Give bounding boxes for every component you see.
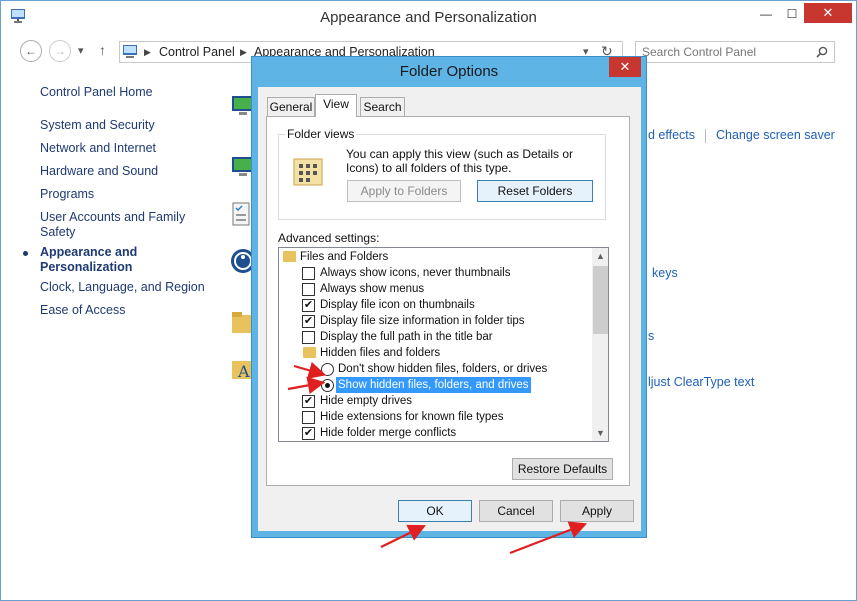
svg-text:A: A	[237, 362, 250, 381]
radio-dont-show-hidden[interactable]	[321, 363, 334, 376]
list-item-always-show-menus[interactable]: Always show menus	[279, 281, 591, 297]
list-scrollbar[interactable]: ▲ ▼	[592, 248, 608, 441]
sidebar-item-network-internet[interactable]: Network and Internet	[40, 141, 156, 156]
sidebar-item-control-panel-home[interactable]: Control Panel Home	[40, 85, 153, 100]
list-item-hidden-files-folders: Hidden files and folders	[279, 345, 591, 361]
folder-icon	[303, 347, 316, 358]
link-separator	[705, 129, 706, 143]
dialog-title: Folder Options	[399, 63, 499, 80]
checkbox-always-show-menus[interactable]	[302, 283, 315, 296]
minimize-button[interactable]: —	[753, 5, 779, 23]
list-item-label: Files and Folders	[300, 251, 389, 263]
list-item-label: Display file icon on thumbnails	[320, 299, 475, 311]
list-item-label: Hide extensions for known file types	[320, 411, 504, 423]
ok-button[interactable]: OK	[398, 500, 472, 522]
control-panel-icon	[123, 45, 137, 58]
checkbox-display-full-path[interactable]	[302, 331, 315, 344]
reset-folders-button[interactable]: Reset Folders	[477, 180, 593, 202]
link-keys[interactable]: keys	[652, 266, 678, 280]
list-item-label: Hide empty drives	[320, 395, 413, 407]
sidebar-item-clock-language-region[interactable]: Clock, Language, and Region	[40, 280, 205, 295]
sidebar-item-hardware-sound[interactable]: Hardware and Sound	[40, 164, 158, 179]
dialog-close-button[interactable]: ✕	[609, 57, 641, 77]
tab-view[interactable]: View	[315, 94, 357, 117]
restore-defaults-button[interactable]: Restore Defaults	[512, 458, 613, 480]
list-item-label: Always show icons, never thumbnails	[320, 267, 511, 279]
list-item-hide-empty-drives[interactable]: ✔ Hide empty drives	[279, 393, 591, 409]
forward-button[interactable]: →	[49, 40, 71, 62]
back-button[interactable]: ←	[20, 40, 42, 62]
folder-view-icon	[293, 158, 323, 186]
sidebar-item-system-security[interactable]: System and Security	[40, 118, 155, 133]
checkbox-hide-empty-drives[interactable]: ✔	[302, 395, 315, 408]
list-item-label-selected: Show hidden files, folders, and drives	[336, 377, 531, 393]
list-item-show-hidden[interactable]: Show hidden files, folders, and drives	[279, 377, 591, 393]
list-item-label: Hidden files and folders	[320, 347, 441, 359]
dialog-body: General View Search Folder views You can…	[258, 87, 641, 531]
list-item-hide-merge-conflicts[interactable]: ✔ Hide folder merge conflicts	[279, 425, 591, 441]
cancel-button[interactable]: Cancel	[479, 500, 553, 522]
search-placeholder: Search Control Panel	[642, 45, 757, 59]
link-adjust-cleartype[interactable]: ljust ClearType text	[648, 375, 754, 389]
checkbox-display-file-size[interactable]: ✔	[302, 315, 315, 328]
up-button[interactable]: ↑	[99, 42, 106, 58]
title-bar: Appearance and Personalization — ☐ ✕	[1, 1, 856, 33]
list-item-label: Always show menus	[320, 283, 425, 295]
recent-locations-dropdown[interactable]: ▾	[78, 44, 84, 57]
list-item-always-show-icons[interactable]: Always show icons, never thumbnails	[279, 265, 591, 281]
close-button[interactable]: ✕	[804, 3, 852, 23]
folder-icon	[283, 251, 296, 262]
link-files[interactable]: s	[648, 329, 654, 343]
breadcrumb-separator-icon: ▶	[144, 47, 151, 57]
list-item-display-file-icon[interactable]: ✔ Display file icon on thumbnails	[279, 297, 591, 313]
list-item-files-and-folders: Files and Folders	[279, 249, 591, 265]
advanced-settings-label: Advanced settings:	[278, 231, 380, 245]
tab-general[interactable]: General	[267, 97, 315, 116]
list-item-hide-extensions[interactable]: Hide extensions for known file types	[279, 409, 591, 425]
sidebar-item-appearance-line2[interactable]: Personalization	[40, 260, 132, 275]
search-input[interactable]: Search Control Panel	[635, 41, 835, 63]
checkbox-display-file-icon[interactable]: ✔	[302, 299, 315, 312]
sidebar-item-user-accounts[interactable]: User Accounts and Family	[40, 210, 185, 225]
window-title: Appearance and Personalization	[320, 9, 537, 26]
folder-options-dialog: Folder Options ✕ General View Search Fol…	[251, 56, 647, 538]
tab-search[interactable]: Search	[360, 97, 405, 116]
list-item-label: Display the full path in the title bar	[320, 331, 493, 343]
sidebar-item-programs[interactable]: Programs	[40, 187, 94, 202]
advanced-settings-list[interactable]: Files and Folders Always show icons, nev…	[278, 247, 609, 442]
breadcrumb-separator-icon: ▶	[240, 47, 247, 57]
list-item-label: Hide folder merge conflicts	[320, 427, 457, 439]
apply-to-folders-button[interactable]: Apply to Folders	[347, 180, 461, 202]
scroll-up-arrow-icon[interactable]: ▲	[592, 248, 608, 264]
folder-views-description: You can apply this view (such as Details…	[346, 147, 574, 175]
list-item-display-full-path[interactable]: Display the full path in the title bar	[279, 329, 591, 345]
list-item-label: Display file size information in folder …	[320, 315, 525, 327]
folder-views-group: Folder views You can apply this view (su…	[278, 127, 606, 220]
sidebar-item-user-accounts-line2[interactable]: Safety	[40, 225, 75, 240]
list-item-display-file-size[interactable]: ✔ Display file size information in folde…	[279, 313, 591, 329]
link-desktop-effects[interactable]: d effects	[648, 128, 695, 142]
sidebar-item-ease-of-access[interactable]: Ease of Access	[40, 303, 125, 318]
apply-button[interactable]: Apply	[560, 500, 634, 522]
breadcrumb-control-panel[interactable]: Control Panel	[159, 45, 235, 59]
radio-show-hidden[interactable]	[321, 379, 334, 392]
link-change-screen-saver[interactable]: Change screen saver	[716, 128, 835, 142]
scroll-thumb[interactable]	[593, 266, 608, 334]
checkbox-hide-merge-conflicts[interactable]: ✔	[302, 427, 315, 440]
active-item-bullet	[23, 251, 28, 256]
checkbox-hide-extensions[interactable]	[302, 411, 315, 424]
scroll-down-arrow-icon[interactable]: ▼	[592, 425, 608, 441]
checkbox-always-show-icons[interactable]	[302, 267, 315, 280]
list-item-label: Don't show hidden files, folders, or dri…	[338, 363, 548, 375]
folder-views-label: Folder views	[285, 127, 357, 141]
maximize-button[interactable]: ☐	[779, 5, 805, 23]
search-icon[interactable]	[816, 46, 828, 58]
list-item-dont-show-hidden[interactable]: Don't show hidden files, folders, or dri…	[279, 361, 591, 377]
sidebar-item-appearance[interactable]: Appearance and	[40, 245, 137, 260]
